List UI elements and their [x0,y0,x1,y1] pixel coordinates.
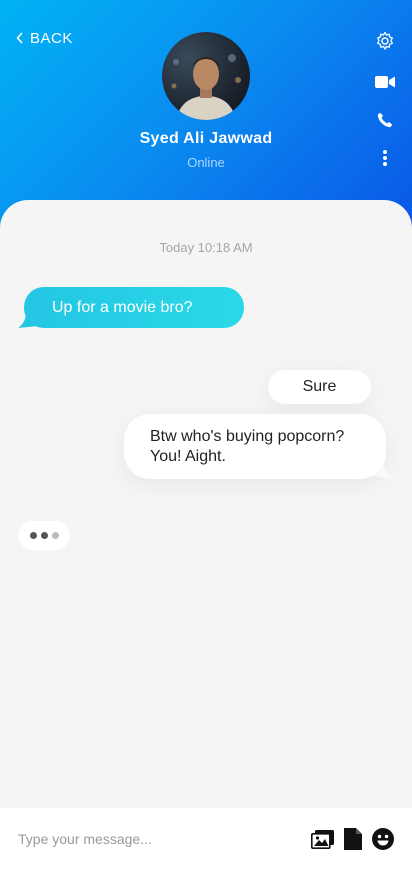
gear-icon[interactable] [374,30,396,52]
message-input[interactable] [18,828,288,850]
message-text: Btw who's buying popcorn? You! Aight. [150,428,345,465]
outgoing-message[interactable]: Btw who's buying popcorn? You! Aight. [124,414,386,479]
outgoing-message[interactable]: Sure [268,370,371,404]
avatar[interactable] [162,32,250,120]
contact-name: Syed Ali Jawwad [139,130,273,147]
emoji-icon[interactable] [371,827,395,851]
incoming-message[interactable]: Up for a movie bro? [24,287,244,328]
message-text: Sure [302,378,337,395]
phone-icon[interactable] [374,109,396,131]
typing-dot [29,532,37,539]
typing-dot [40,532,48,539]
message-composer [0,808,412,870]
typing-indicator [18,521,70,550]
video-camera-icon[interactable] [374,71,396,93]
message-text: Up for a movie bro? [52,298,193,316]
back-label: BACK [30,30,73,47]
back-button[interactable]: BACK [16,30,73,47]
contact-status: Online [187,155,225,170]
file-icon[interactable] [341,827,365,851]
more-vertical-icon[interactable] [374,147,396,169]
chevron-left-icon [16,31,24,46]
chat-timestamp: Today 10:18 AM [159,240,253,255]
typing-dot [51,532,59,539]
image-icon[interactable] [310,827,334,851]
